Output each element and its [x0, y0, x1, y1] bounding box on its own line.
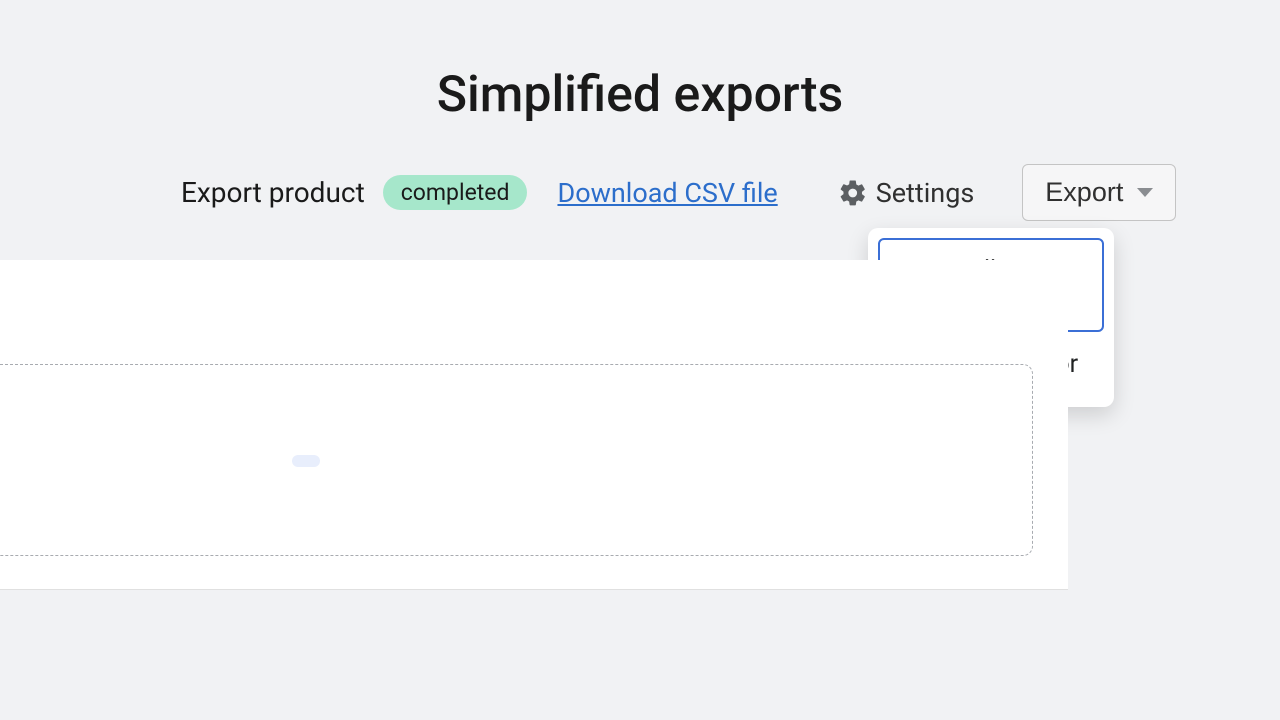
chevron-down-icon — [1137, 188, 1153, 197]
download-csv-link[interactable]: Download CSV file — [557, 177, 777, 209]
gear-icon — [838, 178, 868, 208]
page-title: Simplified exports — [0, 0, 1280, 164]
export-product-label: Export product — [181, 176, 365, 209]
status-badge: completed — [383, 175, 528, 210]
toolbar: Export product completed Download CSV fi… — [0, 164, 1280, 221]
placeholder-pill — [292, 455, 320, 467]
settings-label: Settings — [876, 177, 975, 209]
export-button-label: Export — [1045, 177, 1123, 208]
export-button[interactable]: Export — [1022, 164, 1176, 221]
settings-button[interactable]: Settings — [838, 177, 975, 209]
dashed-upload-area[interactable] — [0, 364, 1033, 556]
